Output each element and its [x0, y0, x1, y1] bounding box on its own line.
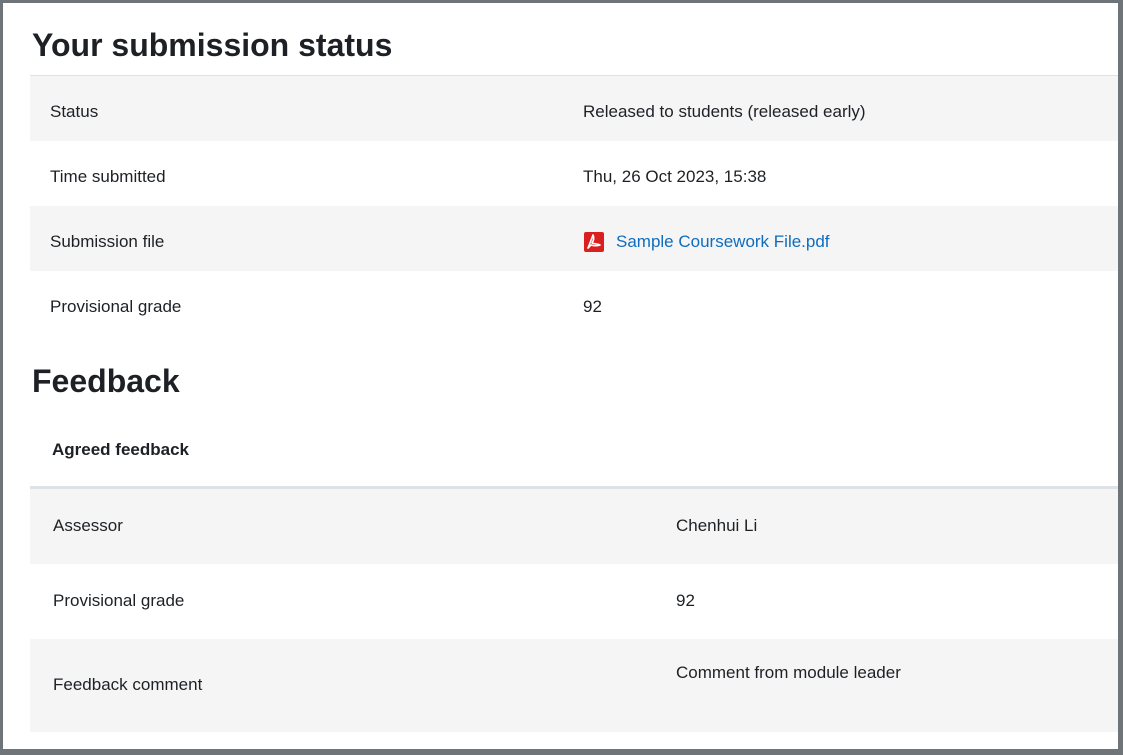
row-label: Provisional grade: [50, 297, 182, 316]
submission-file-name[interactable]: Sample Coursework File.pdf: [616, 231, 830, 253]
agreed-feedback-heading: Agreed feedback: [52, 440, 189, 459]
row-label: Time submitted: [50, 167, 166, 186]
page-frame: Your submission status Status Released t…: [0, 0, 1123, 755]
submission-file-link[interactable]: Sample Coursework File.pdf: [583, 231, 830, 253]
table-row: Provisional grade 92: [30, 564, 1118, 639]
status-value: Released to students (released early): [583, 102, 866, 121]
pdf-file-icon: [583, 231, 605, 253]
page-title: Your submission status: [32, 27, 393, 63]
provisional-grade-value: 92: [583, 297, 602, 316]
assessor-value: Chenhui Li: [676, 516, 758, 535]
row-label: Feedback comment: [53, 675, 203, 694]
feedback-table: Assessor Chenhui Li Provisional grade 92…: [30, 486, 1118, 732]
table-row: Status Released to students (released ea…: [30, 76, 1118, 141]
row-label: Submission file: [50, 232, 165, 251]
table-row: Time submitted Thu, 26 Oct 2023, 15:38: [30, 141, 1118, 206]
table-row: Provisional grade 92: [30, 271, 1118, 336]
feedback-grade-value: 92: [676, 591, 695, 610]
feedback-title: Feedback: [32, 363, 180, 399]
submission-file-cell: Sample Coursework File.pdf: [583, 231, 830, 259]
table-row: Submission file Sample Coursework File.p…: [30, 206, 1118, 271]
time-submitted-value: Thu, 26 Oct 2023, 15:38: [583, 167, 767, 186]
table-row: Feedback comment Comment from module lea…: [30, 639, 1118, 732]
row-label: Status: [50, 102, 99, 121]
submission-status-table: Status Released to students (released ea…: [30, 75, 1118, 336]
table-row: Assessor Chenhui Li: [30, 489, 1118, 564]
row-label: Assessor: [53, 516, 123, 535]
feedback-comment-value: Comment from module leader: [676, 663, 901, 682]
row-label: Provisional grade: [53, 591, 185, 610]
